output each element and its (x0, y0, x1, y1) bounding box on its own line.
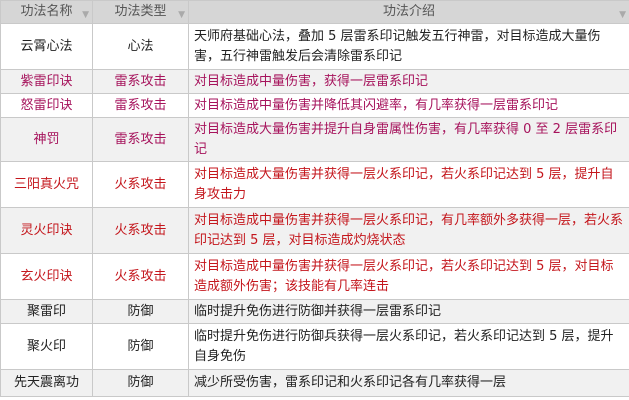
skill-description: 对目标造成中量伤害并获得一层火系印记，若火系印记达到 5 层，对目标造成额外伤害… (188, 253, 629, 300)
skill-description: 对目标造成大量伤害并提升自身雷属性伤害，有几率获得 0 至 2 层雷系印记 (188, 117, 629, 162)
skill-name: 灵火印诀 (0, 207, 93, 254)
skill-name: 三阳真火咒 (0, 161, 93, 208)
skill-name: 紫雷印诀 (0, 69, 93, 94)
skill-description: 临时提升免伤进行防御并获得一层雷系印记 (188, 299, 629, 324)
sort-icon: ▼ (82, 10, 89, 20)
table-row: 灵火印诀 火系攻击 对目标造成中量伤害并获得一层火系印记，有几率额外多获得一层，… (0, 207, 629, 254)
skill-name: 玄火印诀 (0, 253, 93, 300)
table-row: 紫雷印诀 雷系攻击 对目标造成中量伤害，获得一层雷系印记 (0, 69, 629, 94)
skill-name: 聚雷印 (0, 299, 93, 324)
table-row: 神罚 雷系攻击 对目标造成大量伤害并提升自身雷属性伤害，有几率获得 0 至 2 … (0, 117, 629, 162)
skill-description: 天师府基础心法，叠加 5 层雷系印记触发五行神雷，对目标造成大量伤害，五行神雷触… (188, 23, 629, 70)
skill-description: 对目标造成中量伤害，获得一层雷系印记 (188, 69, 629, 94)
sort-icon: ▼ (619, 10, 626, 20)
skill-name: 神罚 (0, 117, 93, 162)
table-row: 聚火印 防御 临时提升免伤进行防御兵获得一层火系印记，若火系印记达到 5 层，提… (0, 323, 629, 370)
skill-name: 怒雷印诀 (0, 93, 93, 118)
header-skill-type[interactable]: 功法类型 ▼ (92, 0, 189, 24)
skill-name: 先天震离功 (0, 369, 93, 397)
header-skill-name[interactable]: 功法名称 ▼ (0, 0, 93, 24)
table-row: 云霄心法 心法 天师府基础心法，叠加 5 层雷系印记触发五行神雷，对目标造成大量… (0, 23, 629, 70)
skill-type: 雷系攻击 (92, 117, 189, 162)
skills-table: 功法名称 ▼ 功法类型 ▼ 功法介绍 ▼ 云霄心法 心法 天师府基础心法，叠加 5 层… (0, 0, 629, 397)
skill-description: 临时提升免伤进行防御兵获得一层火系印记，若火系印记达到 5 层，提升自身免伤 (188, 323, 629, 370)
skill-type: 火系攻击 (92, 207, 189, 254)
table-row: 先天震离功 防御 减少所受伤害，雷系印记和火系印记各有几率获得一层 (0, 369, 629, 397)
skill-type: 火系攻击 (92, 161, 189, 208)
skill-description: 减少所受伤害，雷系印记和火系印记各有几率获得一层 (188, 369, 629, 397)
header-row: 功法名称 ▼ 功法类型 ▼ 功法介绍 ▼ (0, 0, 629, 24)
table-row: 聚雷印 防御 临时提升免伤进行防御并获得一层雷系印记 (0, 299, 629, 324)
skill-description: 对目标造成中量伤害并降低其闪避率，有几率获得一层雷系印记 (188, 93, 629, 118)
skill-type: 防御 (92, 299, 189, 324)
skill-type: 防御 (92, 369, 189, 397)
skill-name: 云霄心法 (0, 23, 93, 70)
table-row: 玄火印诀 火系攻击 对目标造成中量伤害并获得一层火系印记，若火系印记达到 5 层… (0, 253, 629, 300)
table-row: 三阳真火咒 火系攻击 对目标造成大量伤害并获得一层火系印记，若火系印记达到 5 … (0, 161, 629, 208)
skill-type: 心法 (92, 23, 189, 70)
skill-type: 火系攻击 (92, 253, 189, 300)
skill-type: 防御 (92, 323, 189, 370)
header-skill-desc[interactable]: 功法介绍 ▼ (188, 0, 629, 24)
skill-description: 对目标造成中量伤害并获得一层火系印记，有几率额外多获得一层，若火系印记达到 5 … (188, 207, 629, 254)
skill-description: 对目标造成大量伤害并获得一层火系印记，若火系印记达到 5 层，提升自身攻击力 (188, 161, 629, 208)
skill-type: 雷系攻击 (92, 69, 189, 94)
skill-name: 聚火印 (0, 323, 93, 370)
table-row: 怒雷印诀 雷系攻击 对目标造成中量伤害并降低其闪避率，有几率获得一层雷系印记 (0, 93, 629, 118)
sort-icon: ▼ (178, 10, 185, 20)
skill-type: 雷系攻击 (92, 93, 189, 118)
